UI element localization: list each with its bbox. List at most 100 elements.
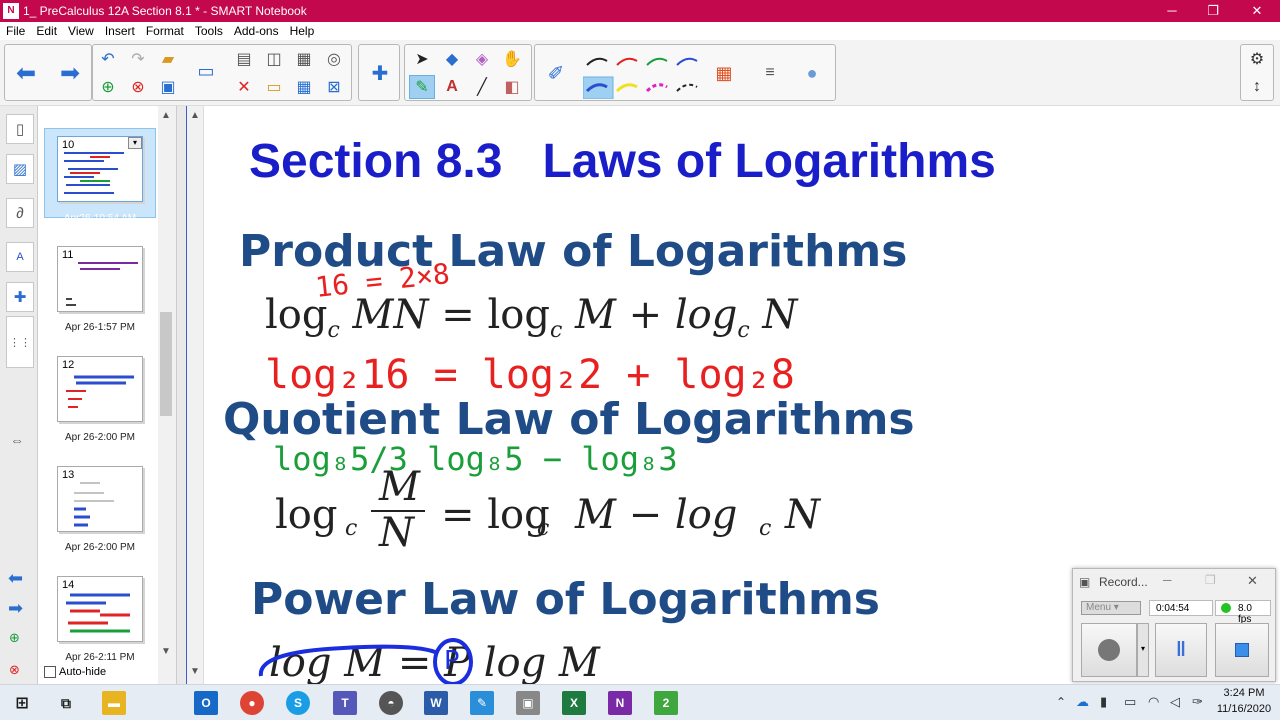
skype-icon[interactable]: S xyxy=(286,691,310,715)
undo-icon[interactable]: ↶ xyxy=(95,47,121,71)
onedrive-icon[interactable]: ☁ xyxy=(1076,694,1089,710)
minimize-button[interactable]: ─ xyxy=(1152,0,1192,22)
gallery-tab[interactable]: ▨ xyxy=(6,154,34,184)
resize-arrow-icon[interactable]: ⇔ xyxy=(10,432,24,448)
prev-page-icon[interactable]: ⬅ xyxy=(8,568,23,589)
page-thumb[interactable]: 10 ▾ Apr26-10:54 AM xyxy=(44,136,156,240)
capture-icon[interactable]: ◫ xyxy=(261,47,287,71)
canvas-scroll-up-icon[interactable]: ▲ xyxy=(190,110,200,121)
forward-icon[interactable]: ➡ xyxy=(57,60,83,87)
restore-button[interactable]: ❐ xyxy=(1193,0,1233,22)
fill-icon[interactable]: ◈ xyxy=(469,47,495,71)
page-thumb[interactable]: 13 Apr 26-2:00 PM xyxy=(44,466,156,570)
task-view-icon[interactable]: ⧉ xyxy=(54,691,78,715)
fit-icon[interactable]: ▭ xyxy=(261,75,287,99)
eraser-icon[interactable]: ◧ xyxy=(499,75,525,99)
redo-icon[interactable]: ↷ xyxy=(125,47,151,71)
collapse-tab[interactable]: ⋮⋮ xyxy=(6,316,34,368)
record-button[interactable] xyxy=(1081,623,1137,677)
line-style-icon[interactable]: ≡ xyxy=(757,61,783,85)
next-page-icon[interactable]: ➡ xyxy=(8,598,23,619)
teams-icon[interactable]: T xyxy=(333,691,357,715)
panel-divider[interactable] xyxy=(176,106,186,684)
delete-page-small-icon[interactable]: ⊗ xyxy=(9,662,20,678)
recorder-minimize-button[interactable]: ─ xyxy=(1163,573,1172,587)
tray-chevron-icon[interactable]: ⌃ xyxy=(1056,695,1066,709)
recorder-taskbar-icon[interactable]: ▣ xyxy=(516,691,540,715)
back-icon[interactable]: ⬅ xyxy=(13,60,39,87)
magic-icon[interactable]: ✋ xyxy=(499,47,525,71)
clear-icon[interactable]: ◎ xyxy=(321,47,347,71)
screen-shade-icon[interactable]: ▦ xyxy=(291,47,317,71)
clock-time[interactable]: 3:24 PM xyxy=(1216,687,1272,699)
photos-icon[interactable]: ◓ xyxy=(379,691,403,715)
display-icon[interactable]: ▭ xyxy=(193,59,219,83)
canvas-scrollbar[interactable]: ▲ ▼ xyxy=(187,106,204,684)
delete-page-icon[interactable]: ⊗ xyxy=(125,75,151,99)
zoom-icon[interactable]: ⊠ xyxy=(321,75,347,99)
thumb-menu-icon[interactable]: ▾ xyxy=(128,137,142,149)
recorder-close-button[interactable]: ✕ xyxy=(1247,573,1258,589)
add-page-icon[interactable]: ⊕ xyxy=(95,75,121,99)
word-icon[interactable]: W xyxy=(424,691,448,715)
save-icon[interactable]: ▣ xyxy=(155,75,181,99)
autohide-checkbox[interactable] xyxy=(44,666,56,678)
volume-icon[interactable]: ◁ xyxy=(1170,694,1180,710)
menu-file[interactable]: File xyxy=(6,24,25,38)
puzzle-icon[interactable]: ✚ xyxy=(367,61,393,85)
menu-view[interactable]: View xyxy=(68,24,94,38)
recorder-menu-dropdown[interactable]: Menu ▾ xyxy=(1081,601,1141,615)
text-icon[interactable]: A xyxy=(439,75,465,99)
properties-tab[interactable]: A xyxy=(6,242,34,272)
microphone-icon[interactable]: ▮ xyxy=(1100,694,1107,710)
table-icon[interactable]: ▦ xyxy=(291,75,317,99)
pen-tray-icon[interactable]: ✑ xyxy=(1192,694,1203,710)
clock-date[interactable]: 11/16/2020 xyxy=(1214,703,1274,715)
menu-insert[interactable]: Insert xyxy=(105,24,135,38)
onenote-icon[interactable]: N xyxy=(608,691,632,715)
pause-button[interactable]: ‖ xyxy=(1155,623,1207,677)
page-thumb[interactable]: 11 Apr 26-1:57 PM xyxy=(44,246,156,350)
pen-tool-icon[interactable]: ✎ xyxy=(409,75,435,99)
gear-icon[interactable]: ⚙ xyxy=(1244,47,1270,71)
shapes-icon[interactable]: ◆ xyxy=(439,47,465,71)
menu-addons[interactable]: Add-ons xyxy=(234,24,279,38)
chrome-icon[interactable]: ● xyxy=(240,691,264,715)
close-button[interactable]: ✕ xyxy=(1237,0,1277,22)
sorter-scrollbar[interactable]: ▲ ▼ xyxy=(158,106,176,684)
scroll-thumb[interactable] xyxy=(160,312,172,416)
wifi-icon[interactable]: ◠ xyxy=(1148,694,1159,710)
record-options-icon[interactable]: ▾ xyxy=(1137,623,1149,677)
menu-format[interactable]: Format xyxy=(146,24,184,38)
menu-tools[interactable]: Tools xyxy=(195,24,223,38)
line-icon[interactable]: ╱ xyxy=(469,75,495,99)
paste-icon[interactable]: ▤ xyxy=(231,47,257,71)
smart-notebook-icon[interactable]: 2 xyxy=(654,691,678,715)
notebook-icon[interactable]: ✎ xyxy=(470,691,494,715)
start-icon[interactable]: ⊞ xyxy=(10,691,34,715)
stop-button[interactable] xyxy=(1215,623,1269,677)
canvas-scroll-down-icon[interactable]: ▼ xyxy=(190,666,200,677)
effects-icon[interactable]: ● xyxy=(799,61,825,85)
attachments-tab[interactable]: ∂ xyxy=(6,198,34,228)
menu-edit[interactable]: Edit xyxy=(36,24,57,38)
recorder-maximize-button[interactable]: ❐ xyxy=(1205,573,1216,587)
page-thumb[interactable]: 14 Apr 26-2:11 PM xyxy=(44,576,156,680)
addons-tab[interactable]: ✚ xyxy=(6,282,34,312)
scroll-up-icon[interactable]: ▲ xyxy=(161,110,171,121)
scroll-down-icon[interactable]: ▼ xyxy=(161,646,171,657)
outlook-icon[interactable]: O xyxy=(194,691,218,715)
open-icon[interactable]: ▰ xyxy=(155,47,181,71)
menu-help[interactable]: Help xyxy=(290,24,315,38)
color-palette-icon[interactable]: ▦ xyxy=(711,61,737,85)
delete-icon[interactable]: ✕ xyxy=(231,75,257,99)
select-icon[interactable]: ➤ xyxy=(409,47,435,71)
battery-icon[interactable]: ▭ xyxy=(1124,694,1136,710)
add-page-small-icon[interactable]: ⊕ xyxy=(9,630,20,646)
pen-icon[interactable]: ✐ xyxy=(543,61,569,85)
file-explorer-icon[interactable]: ▬ xyxy=(102,691,126,715)
move-toolbar-icon[interactable]: ↕ xyxy=(1244,75,1270,99)
excel-icon[interactable]: X xyxy=(562,691,586,715)
page-sorter-tab[interactable]: ▯ xyxy=(6,114,34,144)
page-thumb[interactable]: 12 Apr 26-2:00 PM xyxy=(44,356,156,460)
